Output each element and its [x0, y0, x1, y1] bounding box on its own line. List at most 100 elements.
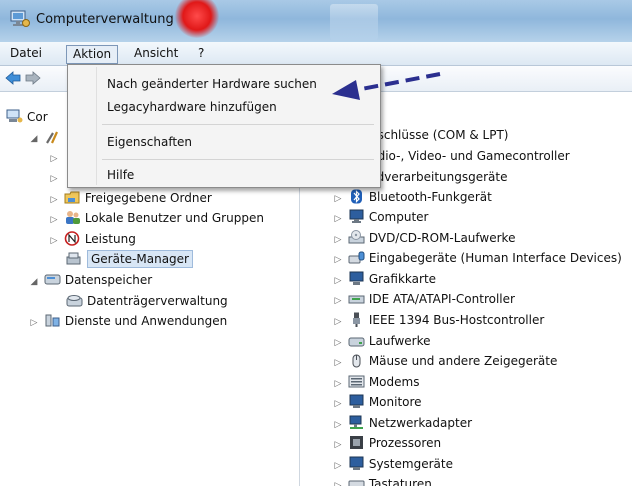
menu-ansicht[interactable]: Ansicht	[128, 45, 184, 64]
menu-separator	[102, 124, 374, 125]
expand-icon[interactable]: ▷	[48, 190, 60, 210]
system-device-icon	[349, 456, 364, 470]
tree-disk-management-label: Datenträgerverwaltung	[87, 294, 228, 308]
device-processors[interactable]: ▷ Prozessoren	[332, 433, 441, 453]
menu-help[interactable]: ?	[192, 45, 210, 64]
expand-icon[interactable]: ▷	[332, 189, 344, 209]
annotation-arrow-icon	[332, 72, 441, 100]
expand-icon[interactable]: ▷	[332, 435, 344, 455]
expand-icon[interactable]: ▷	[332, 250, 344, 270]
tree-storage-label: Datenspeicher	[64, 273, 153, 287]
device-label: Tastaturen	[368, 477, 432, 486]
shared-folder-icon	[64, 191, 80, 204]
tree-performance-label: Leistung	[84, 232, 136, 246]
device-modems[interactable]: ▷ Modems	[332, 372, 420, 394]
device-ports[interactable]: nschlüsse (COM & LPT)	[370, 125, 508, 145]
device-drives[interactable]: ▷ Laufwerke	[332, 331, 431, 351]
device-label: Bluetooth-Funkgerät	[368, 190, 492, 204]
device-bluetooth[interactable]: ▷ Bluetooth-Funkgerät	[332, 187, 492, 207]
device-label: Grafikkarte	[368, 272, 437, 286]
menu-aktion[interactable]: Aktion	[66, 45, 119, 64]
device-ieee1394[interactable]: ▷ IEEE 1394 Bus-Hostcontroller	[332, 310, 544, 330]
tools-icon	[45, 131, 58, 144]
expand-icon[interactable]: ▷	[48, 169, 60, 189]
tree-collapsed-item[interactable]: ▷	[48, 167, 60, 187]
decorative-glow	[175, 0, 219, 38]
expand-icon[interactable]: ▷	[332, 353, 344, 373]
tree-shared-folders[interactable]: ▷ Freigegebene Ordner	[48, 188, 212, 208]
back-arrow-icon[interactable]	[4, 70, 22, 86]
services-icon	[45, 314, 60, 327]
device-label: Monitore	[368, 395, 422, 409]
forward-arrow-icon[interactable]	[24, 70, 42, 86]
device-imaging[interactable]: ildverarbeitungsgeräte	[370, 167, 507, 187]
device-label: nschlüsse (COM & LPT)	[370, 128, 509, 142]
disk-management-icon	[66, 295, 83, 307]
collapse-icon[interactable]: ◢	[28, 272, 40, 292]
storage-icon	[44, 274, 61, 285]
device-keyboards[interactable]: ▷ Tastaturen	[332, 474, 432, 486]
menu-bar: Datei Aktion Ansicht ?	[0, 42, 632, 66]
expand-icon[interactable]: ▷	[332, 415, 344, 435]
tree-performance[interactable]: ▷ Leistung	[48, 229, 136, 249]
expand-icon[interactable]: ▷	[332, 394, 344, 414]
device-label: Modems	[368, 375, 420, 389]
expand-icon[interactable]: ▷	[48, 231, 60, 251]
title-bar: Computerverwaltung	[0, 0, 632, 42]
device-mice[interactable]: ▷ Mäuse und andere Zeigegeräte	[332, 351, 558, 373]
bluetooth-icon	[350, 189, 362, 204]
expand-icon[interactable]: ▷	[332, 230, 344, 250]
expand-icon[interactable]: ▷	[332, 374, 344, 394]
device-ide[interactable]: ▷ IDE ATA/ATAPI-Controller	[332, 289, 515, 309]
expand-icon[interactable]: ▷	[332, 271, 344, 291]
computer-icon	[349, 209, 364, 223]
expand-icon[interactable]: ▷	[48, 149, 60, 169]
tree-storage[interactable]: ◢ Datenspeicher	[28, 270, 153, 292]
tree-root-label: Cor	[27, 110, 48, 124]
tree-collapsed-item[interactable]: ▷	[48, 147, 60, 167]
device-label: IDE ATA/ATAPI-Controller	[368, 292, 515, 306]
tree-system-tools[interactable]: ◢	[28, 127, 65, 147]
expand-icon[interactable]: ▷	[332, 476, 344, 486]
device-label: Netzwerkadapter	[368, 416, 473, 430]
tree-disk-management[interactable]: Datenträgerverwaltung	[66, 291, 228, 311]
expand-icon[interactable]: ▷	[332, 333, 344, 353]
device-monitors[interactable]: ▷ Monitore	[332, 392, 422, 412]
collapse-icon[interactable]: ◢	[28, 129, 40, 149]
expand-icon[interactable]: ▷	[332, 312, 344, 332]
expand-icon[interactable]: ▷	[48, 210, 60, 230]
tree-device-manager[interactable]: Geräte-Manager	[66, 249, 193, 269]
device-computer[interactable]: ▷ Computer	[332, 207, 428, 227]
processor-icon	[349, 436, 363, 449]
menu-help-item[interactable]: Hilfe	[98, 164, 378, 186]
decorative-highlight	[330, 4, 378, 40]
users-icon	[65, 211, 80, 224]
device-label: Systemgeräte	[368, 457, 453, 471]
device-hid[interactable]: ▷ Eingabegeräte (Human Interface Devices…	[332, 248, 622, 268]
expand-icon[interactable]: ▷	[28, 313, 40, 333]
tree-services-apps[interactable]: ▷ Dienste und Anwendungen	[28, 311, 228, 333]
device-manager-icon	[66, 252, 81, 265]
expand-icon[interactable]: ▷	[332, 209, 344, 229]
menu-gutter	[96, 67, 97, 185]
device-system[interactable]: ▷ Systemgeräte	[332, 454, 453, 474]
menu-datei[interactable]: Datei	[4, 45, 48, 64]
tree-root[interactable]: Cor	[6, 107, 48, 127]
ide-controller-icon	[348, 295, 365, 304]
menu-separator	[102, 159, 374, 160]
device-label: Eingabegeräte (Human Interface Devices)	[368, 251, 622, 265]
computer-management-icon	[6, 109, 23, 123]
graphics-card-icon	[349, 271, 364, 285]
device-audio[interactable]: udio-, Video- und Gamecontroller	[370, 146, 570, 166]
device-network[interactable]: ▷ Netzwerkadapter	[332, 413, 472, 433]
device-dvd[interactable]: ▷ DVD/CD-ROM-Laufwerke	[332, 228, 515, 248]
menu-properties[interactable]: Eigenschaften	[98, 131, 378, 153]
performance-icon	[64, 231, 80, 246]
expand-icon[interactable]: ▷	[332, 456, 344, 476]
device-graphics[interactable]: ▷ Grafikkarte	[332, 269, 436, 289]
expand-icon[interactable]: ▷	[332, 291, 344, 311]
device-label: Mäuse und andere Zeigegeräte	[368, 354, 558, 368]
device-label: Computer	[368, 210, 429, 224]
tree-local-users[interactable]: ▷ Lokale Benutzer und Gruppen	[48, 208, 264, 228]
device-label: Prozessoren	[368, 436, 442, 450]
